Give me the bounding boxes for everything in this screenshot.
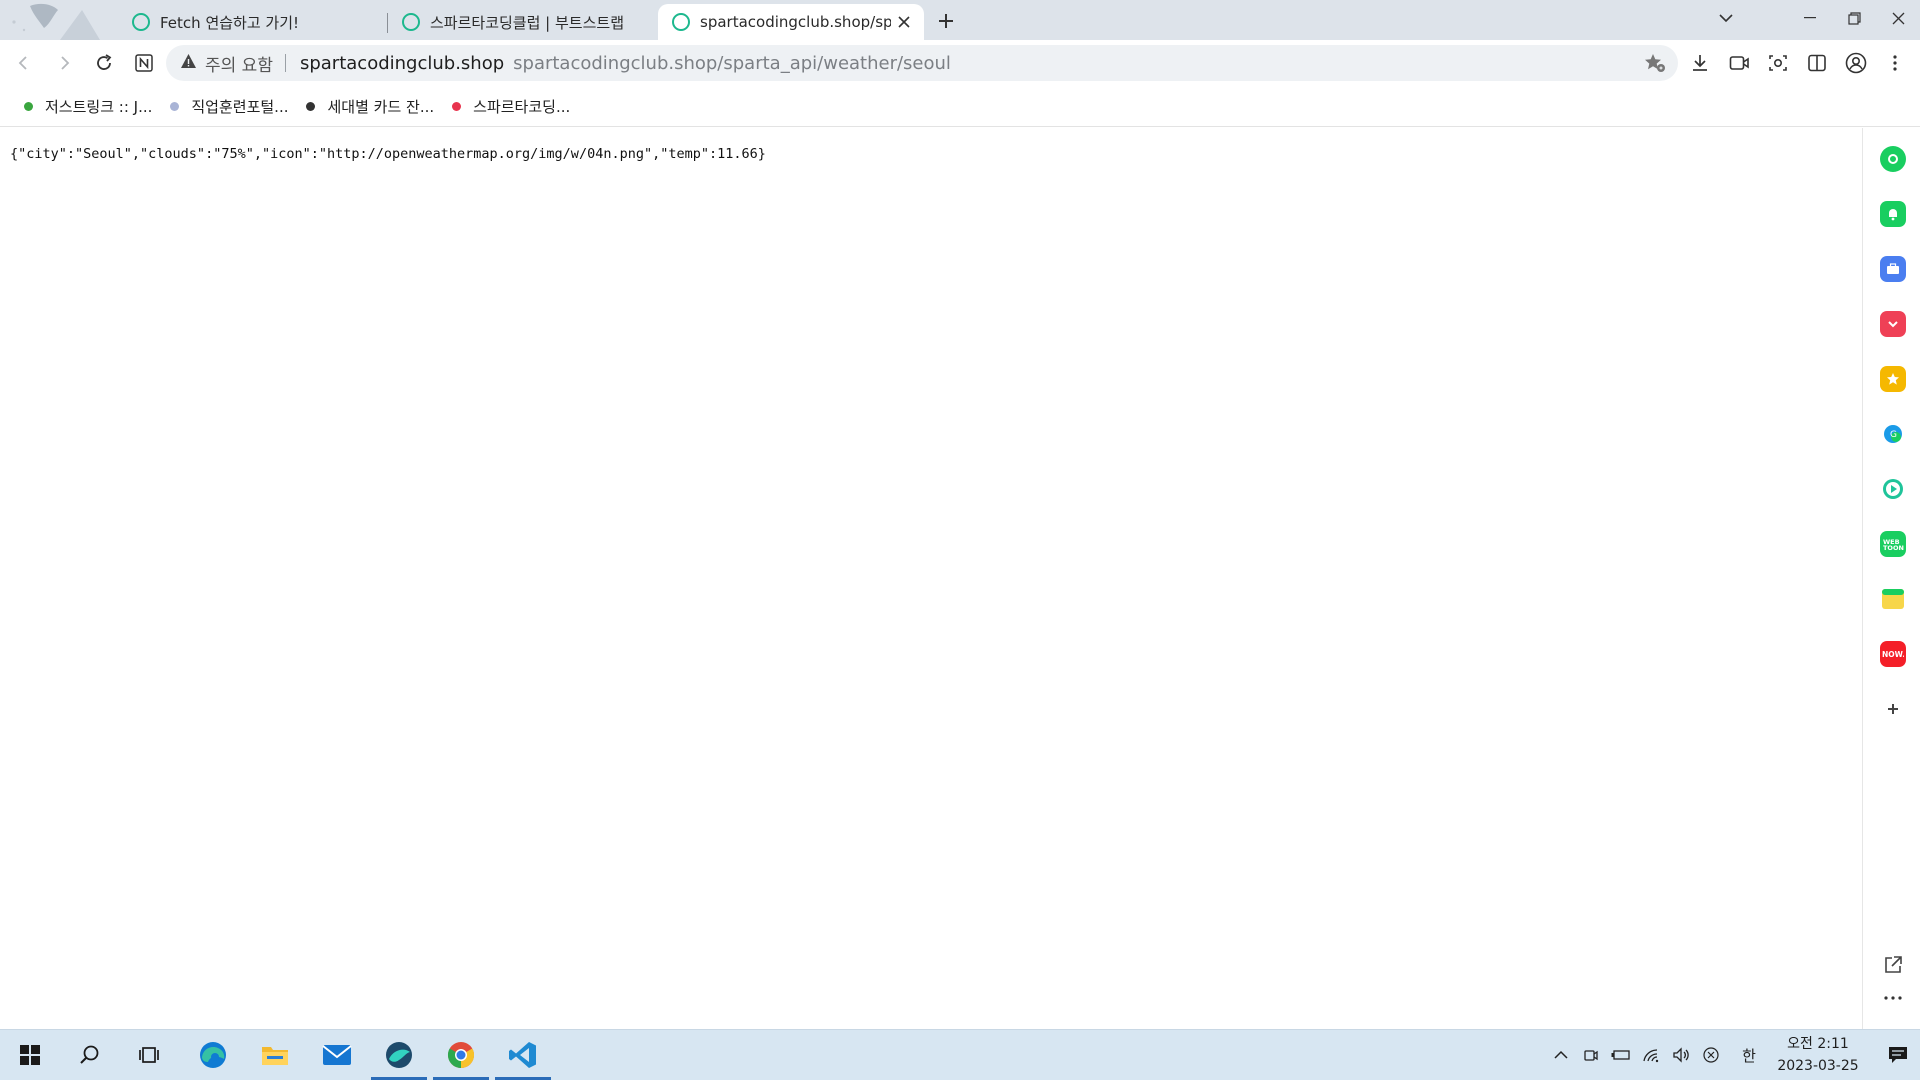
- omnibox-divider: [284, 54, 286, 72]
- bookmark-label: 세대별 카드 잔...: [327, 97, 435, 116]
- tab-spartacoding-bootstrap[interactable]: 스파르타코딩클럽 | 부트스트랩: [388, 4, 656, 40]
- notification-icon[interactable]: [1876, 1030, 1920, 1080]
- tab-favicon-icon: [402, 13, 420, 31]
- warning-icon[interactable]: [180, 53, 197, 74]
- restore-icon[interactable]: [1832, 0, 1876, 36]
- mute-x-icon[interactable]: [1696, 1030, 1726, 1080]
- more-menu-icon[interactable]: [1875, 43, 1914, 83]
- plus-icon: [939, 14, 953, 28]
- close-icon[interactable]: [1876, 0, 1920, 36]
- star-icon[interactable]: [1880, 366, 1906, 392]
- url-host: spartacodingclub.shop: [299, 52, 505, 74]
- papago-icon[interactable]: G: [1880, 421, 1906, 447]
- meet-icon[interactable]: [1576, 1030, 1606, 1080]
- whale-theme-decoration: [0, 0, 120, 40]
- json-response-text: {"city":"Seoul","clouds":"75%","icon":"h…: [10, 146, 766, 162]
- memo-icon[interactable]: [1880, 586, 1906, 612]
- screen-capture-icon[interactable]: [1758, 43, 1797, 83]
- minimize-icon[interactable]: [1788, 0, 1832, 36]
- tab-search-icon[interactable]: [1704, 0, 1748, 36]
- webtoon-icon[interactable]: WEB TOON: [1880, 531, 1906, 557]
- svg-text:TOON: TOON: [1883, 544, 1904, 551]
- edge-icon[interactable]: [183, 1030, 243, 1080]
- tab-title: Fetch 연습하고 가기!: [160, 13, 300, 32]
- chevron-up-icon[interactable]: [1546, 1030, 1576, 1080]
- tab-favicon-icon: [132, 13, 150, 31]
- volume-icon[interactable]: [1666, 1030, 1696, 1080]
- bookmark-item[interactable]: 직업훈련포털...: [170, 96, 288, 117]
- system-clock[interactable]: 오전 2:11 2023-03-25: [1772, 1033, 1864, 1077]
- bookmark-label: 저스트링크 :: J...: [45, 97, 153, 116]
- bookmark-favicon-icon: [306, 101, 316, 111]
- svg-text:NOW.: NOW.: [1882, 650, 1904, 659]
- tab-title: 스파르타코딩클럽 | 부트스트랩: [430, 13, 624, 32]
- mail-icon[interactable]: [307, 1030, 367, 1080]
- add-icon[interactable]: [1880, 696, 1906, 722]
- home-button[interactable]: [124, 43, 164, 83]
- back-button[interactable]: [4, 43, 44, 83]
- play-icon[interactable]: [1880, 476, 1906, 502]
- now-icon[interactable]: NOW.: [1880, 641, 1906, 667]
- search-icon[interactable]: [60, 1030, 120, 1080]
- bookmark-favicon-icon: [170, 101, 180, 111]
- reload-icon: [97, 54, 112, 70]
- bookmark-favicon-icon: [24, 101, 33, 111]
- forward-button[interactable]: [44, 43, 84, 83]
- system-tray: 한 오전 2:11 2023-03-25: [1546, 1030, 1920, 1080]
- svg-text:G: G: [1890, 430, 1897, 440]
- new-tab-button[interactable]: [932, 7, 960, 35]
- task-view-icon[interactable]: [120, 1030, 180, 1080]
- open-external-icon[interactable]: [1880, 952, 1906, 978]
- ime-indicator[interactable]: 한: [1734, 1030, 1764, 1080]
- download-icon[interactable]: [1680, 43, 1719, 83]
- file-explorer-icon[interactable]: [245, 1030, 305, 1080]
- arrow-left-icon: [18, 56, 27, 70]
- bookmark-star-icon[interactable]: [1644, 53, 1666, 78]
- whale-browser-icon[interactable]: [369, 1030, 429, 1080]
- bookmark-item[interactable]: 세대별 카드 잔...: [306, 96, 434, 117]
- page-content: {"city":"Seoul","clouds":"75%","icon":"h…: [0, 128, 1862, 1029]
- tab-title: spartacodingclub.shop/sparta: [700, 13, 891, 31]
- bookmarks-bar: 저스트링크 :: J... 직업훈련포털... 세대별 카드 잔... 스파르타…: [0, 86, 1920, 127]
- clock-date: 2023-03-25: [1777, 1058, 1859, 1074]
- vscode-icon[interactable]: [493, 1030, 553, 1080]
- security-status-label[interactable]: 주의 요함: [205, 51, 273, 76]
- notification-bell-icon[interactable]: [1880, 201, 1906, 227]
- toolbar-right-actions: [1680, 40, 1920, 86]
- side-panel: G WEB TOON NOW.: [1862, 128, 1920, 1029]
- pocket-icon[interactable]: [1880, 311, 1906, 337]
- windows-taskbar: 한 오전 2:11 2023-03-25: [0, 1029, 1920, 1080]
- url-full-path: spartacodingclub.shop/sparta_api/weather…: [513, 52, 951, 74]
- tab-favicon-icon: [672, 13, 690, 31]
- wifi-icon[interactable]: [1636, 1030, 1666, 1080]
- ellipsis-icon[interactable]: [1880, 985, 1906, 1011]
- tab-close-icon[interactable]: [897, 13, 912, 31]
- window-controls: [1704, 0, 1920, 36]
- bookmark-label: 직업훈련포털...: [191, 97, 289, 116]
- tab-weather-api-active[interactable]: spartacodingclub.shop/sparta: [658, 4, 924, 40]
- split-view-icon[interactable]: [1797, 43, 1836, 83]
- tab-strip: Fetch 연습하고 가기! 스파르타코딩클럽 | 부트스트랩 spartaco…: [0, 0, 1920, 40]
- browser-toolbar: 주의 요함 spartacodingclub.shop spartacoding…: [0, 40, 1920, 86]
- naver-n-icon: [135, 54, 153, 72]
- profile-icon[interactable]: [1836, 43, 1875, 83]
- bookmark-item[interactable]: 저스트링크 :: J...: [24, 96, 152, 117]
- windows-start-icon[interactable]: [0, 1030, 60, 1080]
- bookmark-item[interactable]: 스파르타코딩...: [452, 96, 570, 117]
- tab-fetch[interactable]: Fetch 연습하고 가기!: [118, 4, 388, 40]
- clock-time: 오전 2:11: [1787, 1036, 1849, 1052]
- address-bar[interactable]: 주의 요함 spartacodingclub.shop spartacoding…: [166, 45, 1678, 81]
- naver-green-icon[interactable]: [1880, 146, 1906, 172]
- briefcase-icon[interactable]: [1880, 256, 1906, 282]
- chrome-icon[interactable]: [431, 1030, 491, 1080]
- arrow-right-icon: [61, 56, 70, 70]
- battery-icon[interactable]: [1606, 1030, 1636, 1080]
- bookmark-favicon-icon: [452, 101, 462, 111]
- reload-button[interactable]: [84, 43, 124, 83]
- video-icon[interactable]: [1719, 43, 1758, 83]
- bookmark-label: 스파르타코딩...: [473, 97, 571, 116]
